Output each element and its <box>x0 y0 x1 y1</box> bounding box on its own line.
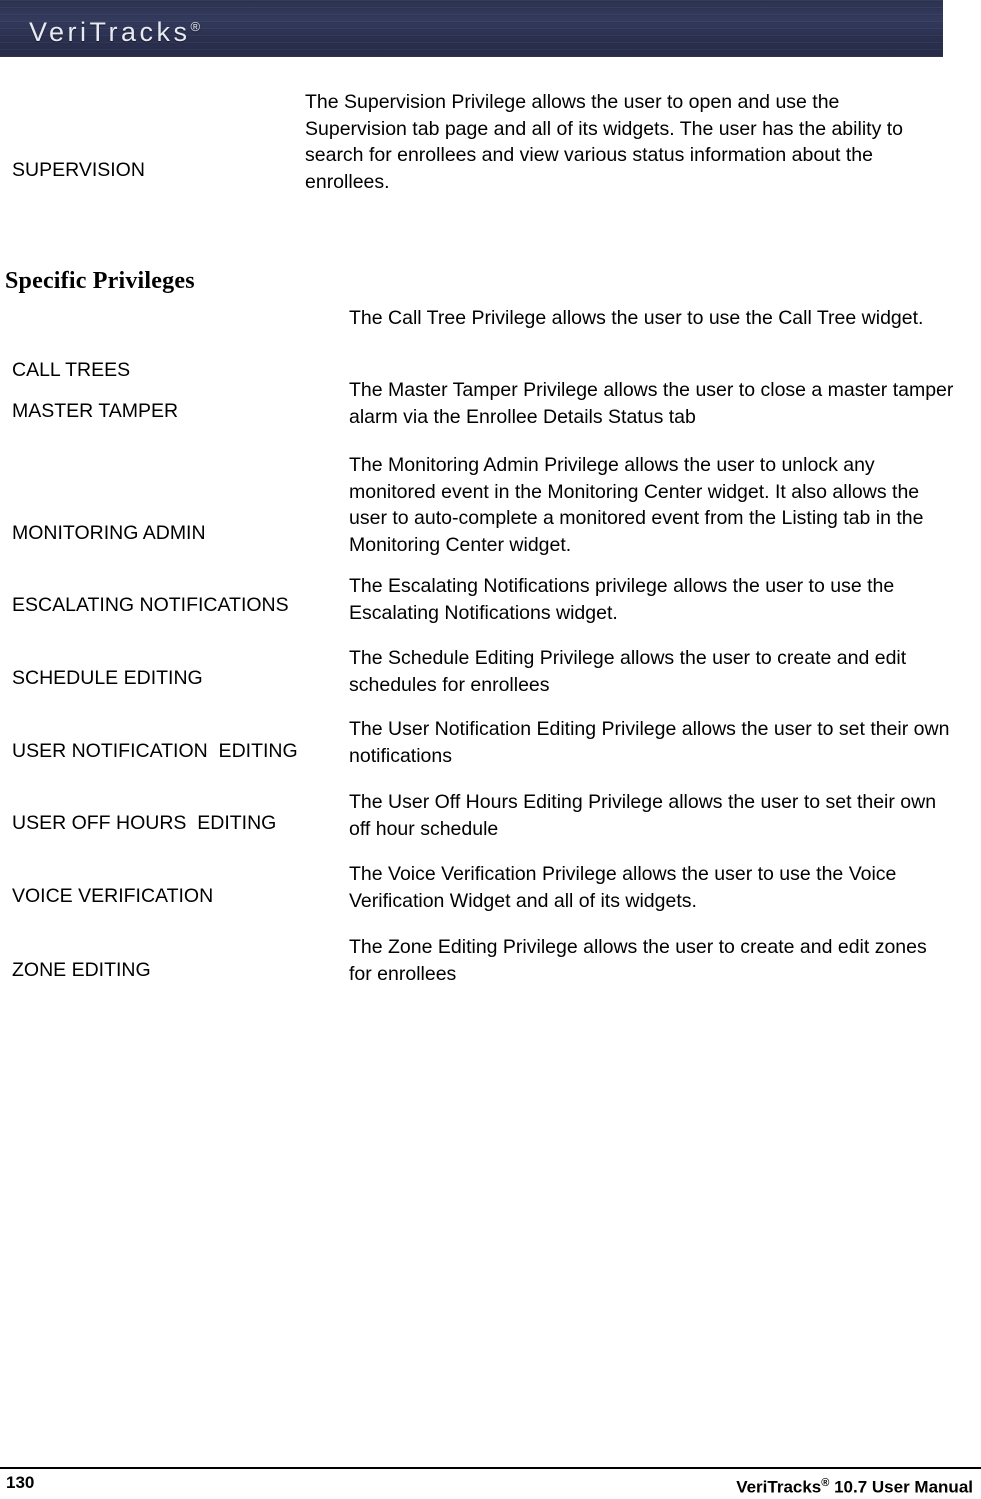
privilege-label: SCHEDULE EDITING <box>12 667 203 689</box>
supervision-description: The Supervision Privilege allows the use… <box>305 91 903 193</box>
privilege-description: The Schedule Editing Privilege allows th… <box>349 647 907 696</box>
privilege-label: USER NOTIFICATION EDITING <box>12 740 298 762</box>
privilege-label: ESCALATING NOTIFICATIONS <box>12 594 289 616</box>
privilege-description: The Master Tamper Privilege allows the u… <box>349 379 954 428</box>
privilege-label: USER OFF HOURS EDITING <box>12 812 277 834</box>
privilege-label: CALL TREES <box>12 359 131 381</box>
footer-page-number: 130 <box>6 1473 35 1492</box>
privilege-description: The User Off Hours Editing Privilege all… <box>349 791 937 840</box>
supervision-label: SUPERVISION <box>12 159 145 181</box>
logo-registered-icon: ® <box>190 19 201 34</box>
privilege-description: The Escalating Notifications privilege a… <box>349 575 895 624</box>
privilege-description: The Call Tree Privilege allows the user … <box>349 307 924 329</box>
privilege-label: MONITORING ADMIN <box>12 522 206 544</box>
logo-text: VeriTracks <box>29 17 191 47</box>
privilege-label: MASTER TAMPER <box>12 400 179 422</box>
privilege-description: The User Notification Editing Privilege … <box>349 718 950 767</box>
veritracks-logo: VeriTracks® <box>29 10 200 49</box>
footer-manual-name: VeriTracks <box>736 1477 822 1497</box>
page-header-banner: VeriTracks® <box>0 0 943 57</box>
privilege-label: ZONE EDITING <box>12 959 151 981</box>
privilege-description: The Voice Verification Privilege allows … <box>349 863 897 912</box>
privilege-description: The Monitoring Admin Privilege allows th… <box>349 454 924 556</box>
footer-divider <box>0 1467 981 1469</box>
privilege-label: VOICE VERIFICATION <box>12 885 214 907</box>
footer-manual-version: 10.7 User Manual <box>829 1477 973 1497</box>
section-heading-specific-privileges: Specific Privileges <box>5 267 195 294</box>
privilege-description: The Zone Editing Privilege allows the us… <box>349 936 927 985</box>
